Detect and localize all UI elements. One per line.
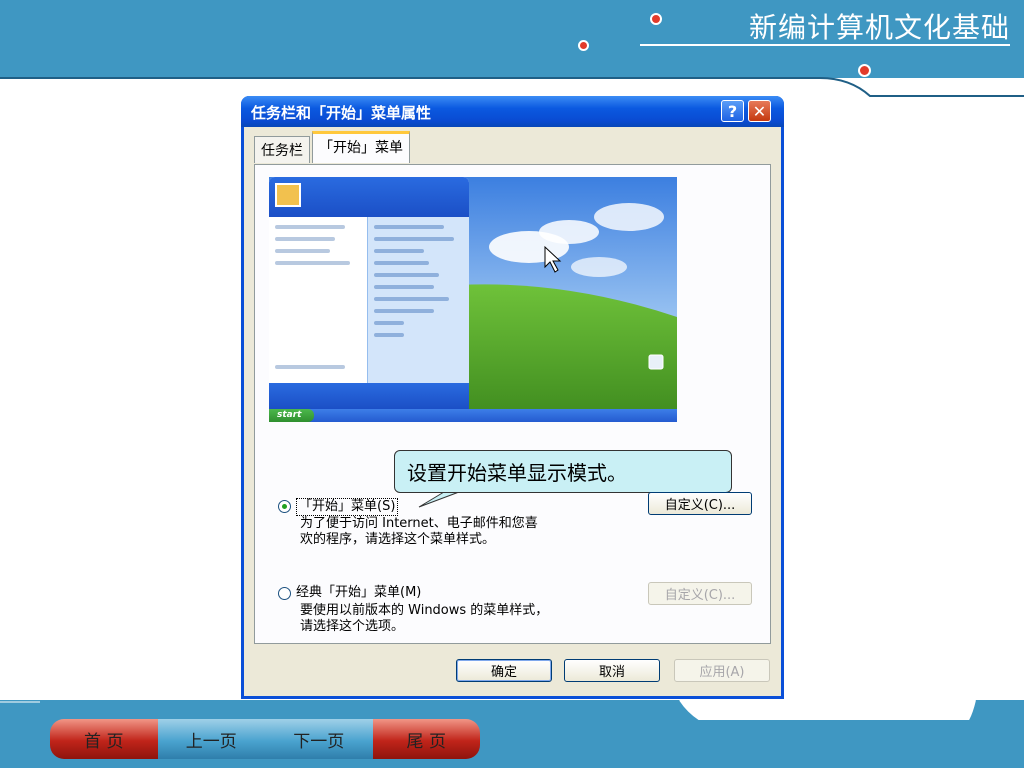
dialog-titlebar[interactable]: 任务栏和「开始」菜单属性 ? ✕	[241, 96, 784, 127]
classic-customize-button[interactable]: 自定义(C)...	[648, 582, 752, 605]
cancel-button[interactable]: 取消	[564, 659, 660, 682]
classic-option-desc-2: 请选择这个选项。	[300, 619, 405, 634]
tab-strip: 任务栏 「开始」菜单	[254, 131, 412, 163]
start-menu-option-label[interactable]: 「开始」菜单(S)	[296, 498, 399, 516]
footer-curve	[0, 699, 976, 720]
nav-next-page[interactable]: 下一页	[265, 719, 373, 759]
classic-option-desc-1: 要使用以前版本的 Windows 的菜单样式，	[300, 603, 549, 618]
start-menu-mock	[269, 177, 469, 409]
start-menu-right-pane	[367, 217, 469, 383]
apply-button[interactable]: 应用(A)	[674, 659, 770, 682]
title-bullet-dot	[650, 13, 662, 25]
header-curve	[0, 77, 1024, 97]
deco-dot-left	[578, 40, 589, 51]
preview-taskbar: start	[269, 409, 677, 422]
start-menu-option-desc-2: 欢的程序，请选择这个菜单样式。	[300, 532, 496, 547]
close-button[interactable]: ✕	[748, 100, 771, 122]
help-button[interactable]: ?	[721, 100, 744, 122]
start-menu-radio[interactable]	[278, 500, 291, 513]
ok-button[interactable]: 确定	[456, 659, 552, 682]
taskbar-start-menu-properties-dialog: 任务栏和「开始」菜单属性 ? ✕ 任务栏 「开始」菜单 start 设置开始菜单…	[241, 96, 784, 699]
nav-prev-page[interactable]: 上一页	[157, 719, 265, 759]
tab-start-menu[interactable]: 「开始」菜单	[312, 131, 410, 163]
start-menu-footer	[269, 383, 469, 409]
preview-start-button: start	[269, 409, 314, 422]
user-avatar-icon	[275, 183, 301, 207]
classic-start-menu-option-label[interactable]: 经典「开始」菜单(M)	[296, 585, 421, 601]
title-underline	[640, 44, 1010, 46]
start-menu-option-desc-1: 为了便于访问 Internet、电子邮件和您喜	[300, 516, 538, 531]
customize-button[interactable]: 自定义(C)...	[648, 492, 752, 515]
tab-taskbar[interactable]: 任务栏	[254, 136, 310, 163]
dialog-title: 任务栏和「开始」菜单属性	[251, 104, 432, 122]
slide-title: 新编计算机文化基础	[748, 11, 1010, 44]
start-menu-left-pane	[269, 217, 367, 383]
nav-first-page[interactable]: 首 页	[50, 719, 158, 759]
classic-start-menu-radio[interactable]	[278, 587, 291, 600]
annotation-callout: 设置开始菜单显示模式。	[394, 450, 732, 493]
deco-dot-right	[858, 64, 871, 77]
nav-last-page[interactable]: 尾 页	[372, 719, 480, 759]
dialog-client-area: 任务栏 「开始」菜单 start 设置开始菜单显示模式。 「开始」菜单(S) 为…	[244, 127, 781, 696]
start-menu-preview: start	[269, 177, 677, 422]
slide-nav-bar: 首 页 上一页 下一页 尾 页	[50, 719, 480, 759]
